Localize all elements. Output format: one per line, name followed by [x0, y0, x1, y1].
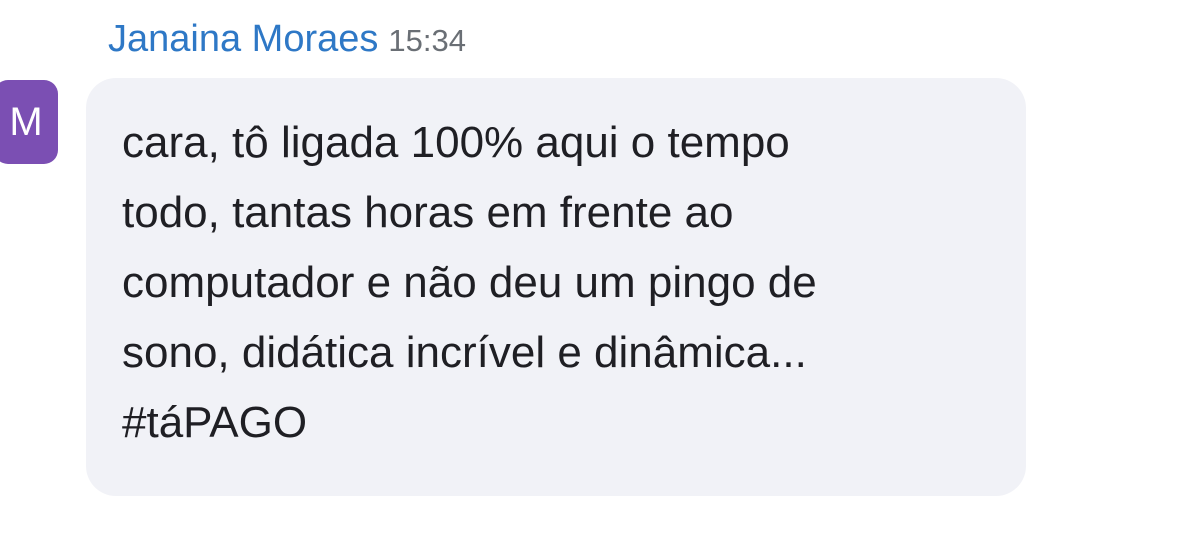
avatar[interactable]: M	[0, 80, 58, 164]
message-text: cara, tô ligada 100% aqui o tempo todo, …	[122, 118, 817, 447]
chat-area: M Janaina Moraes 15:34 cara, tô ligada 10…	[0, 0, 1179, 542]
message-bubble[interactable]: cara, tô ligada 100% aqui o tempo todo, …	[86, 78, 1026, 496]
sender-name[interactable]: Janaina Moraes	[108, 18, 378, 60]
message-header: Janaina Moraes 15:34	[108, 18, 466, 61]
message-time: 15:34	[388, 23, 466, 58]
chat-message: M Janaina Moraes 15:34 cara, tô ligada 10…	[0, 0, 1179, 542]
